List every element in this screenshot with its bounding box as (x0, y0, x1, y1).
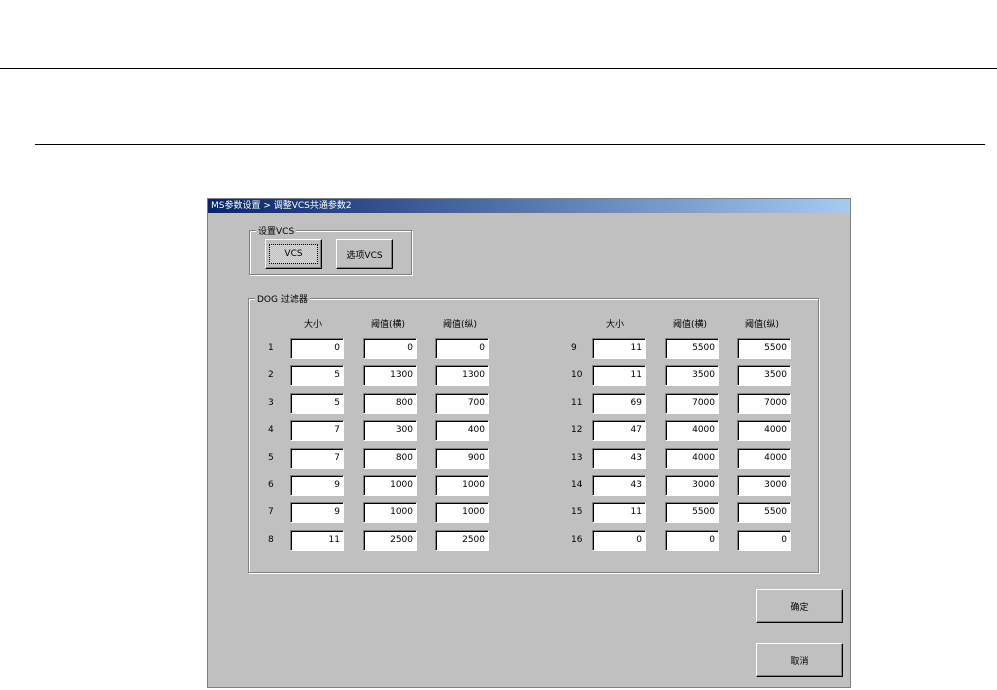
threshold-h-input[interactable]: 300 (363, 420, 417, 442)
ok-button[interactable]: 确定 (756, 589, 843, 623)
header-threshold-v: 阈值(纵) (745, 320, 780, 330)
threshold-v-input[interactable]: 5500 (737, 502, 791, 524)
row-number: 13 (571, 452, 583, 463)
row-number: 2 (268, 370, 274, 381)
row-number: 3 (268, 397, 274, 408)
size-input[interactable]: 9 (290, 502, 344, 524)
threshold-h-input[interactable]: 5500 (665, 502, 719, 524)
row-number: 7 (268, 507, 274, 518)
threshold-v-input[interactable]: 1300 (435, 365, 489, 387)
row-number: 14 (571, 480, 583, 490)
size-input[interactable]: 11 (592, 338, 646, 359)
row-number: 15 (571, 507, 583, 518)
threshold-h-input[interactable]: 1000 (363, 475, 417, 496)
threshold-h-input[interactable]: 2500 (363, 529, 417, 551)
threshold-h-input[interactable]: 3500 (665, 365, 719, 387)
row-number: 9 (571, 343, 577, 353)
threshold-h-input[interactable]: 0 (665, 529, 719, 551)
size-input[interactable]: 47 (592, 420, 646, 442)
size-input[interactable]: 5 (290, 365, 344, 387)
size-input[interactable]: 0 (290, 338, 344, 359)
threshold-v-input[interactable]: 1000 (435, 502, 489, 524)
cancel-button-label: 取消 (790, 656, 809, 667)
vcs-button-label: VCS (269, 244, 318, 264)
threshold-h-input[interactable]: 0 (363, 338, 417, 359)
size-input[interactable]: 5 (290, 392, 344, 414)
cancel-button[interactable]: 取消 (756, 643, 843, 677)
threshold-v-input[interactable]: 2500 (435, 529, 489, 551)
threshold-h-input[interactable]: 800 (363, 392, 417, 414)
threshold-h-input[interactable]: 4000 (665, 420, 719, 442)
size-input[interactable]: 7 (290, 420, 344, 442)
page-divider (35, 144, 985, 145)
row-number: 8 (268, 534, 274, 545)
threshold-h-input[interactable]: 4000 (665, 447, 719, 469)
option-vcs-button-label: 选项VCS (346, 250, 383, 261)
threshold-h-input[interactable]: 1000 (363, 502, 417, 524)
row-number: 11 (571, 397, 583, 408)
row-number: 12 (571, 425, 583, 436)
dog-group-label: DOG 过滤器 (255, 292, 310, 305)
dialog-window: MS参数设置 > 调整VCS共通参数2 设置VCS VCS 选项VCS DOG … (207, 198, 851, 688)
size-input[interactable]: 69 (592, 392, 646, 414)
size-input[interactable]: 43 (592, 447, 646, 469)
vcs-button[interactable]: VCS (265, 239, 322, 269)
row-number: 4 (268, 425, 274, 436)
size-input[interactable]: 0 (592, 529, 646, 551)
threshold-v-input[interactable]: 3000 (737, 475, 791, 496)
threshold-h-input[interactable]: 800 (363, 447, 417, 469)
size-input[interactable]: 9 (290, 475, 344, 496)
row-number: 16 (571, 534, 583, 545)
threshold-v-input[interactable]: 400 (435, 420, 489, 442)
header-threshold-h: 阈值(横) (673, 320, 708, 330)
threshold-h-input[interactable]: 3000 (665, 475, 719, 496)
threshold-v-input[interactable]: 900 (435, 447, 489, 469)
row-number: 6 (268, 480, 274, 490)
size-input[interactable]: 11 (290, 529, 344, 551)
threshold-v-input[interactable]: 4000 (737, 447, 791, 469)
threshold-v-input[interactable]: 5500 (737, 338, 791, 359)
size-input[interactable]: 11 (592, 502, 646, 524)
threshold-v-input[interactable]: 700 (435, 392, 489, 414)
header-threshold-v: 阈值(纵) (443, 320, 478, 330)
row-number: 1 (268, 343, 274, 353)
header-size: 大小 (606, 320, 625, 330)
threshold-v-input[interactable]: 0 (737, 529, 791, 551)
size-input[interactable]: 7 (290, 447, 344, 469)
ok-button-label: 确定 (790, 602, 809, 613)
threshold-v-input[interactable]: 1000 (435, 475, 489, 496)
threshold-v-input[interactable]: 4000 (737, 420, 791, 442)
row-number: 10 (571, 370, 583, 381)
page-divider-top (0, 68, 997, 69)
vcs-group-label: 设置VCS (256, 224, 297, 237)
option-vcs-button[interactable]: 选项VCS (336, 239, 393, 269)
header-threshold-h: 阈值(横) (371, 320, 406, 330)
header-size: 大小 (304, 320, 323, 330)
threshold-v-input[interactable]: 0 (435, 338, 489, 359)
size-input[interactable]: 11 (592, 365, 646, 387)
window-title: MS参数设置 > 调整VCS共通参数2 (208, 199, 850, 213)
threshold-h-input[interactable]: 1300 (363, 365, 417, 387)
row-number: 5 (268, 452, 274, 463)
threshold-v-input[interactable]: 3500 (737, 365, 791, 387)
threshold-h-input[interactable]: 5500 (665, 338, 719, 359)
threshold-h-input[interactable]: 7000 (665, 392, 719, 414)
size-input[interactable]: 43 (592, 475, 646, 496)
threshold-v-input[interactable]: 7000 (737, 392, 791, 414)
